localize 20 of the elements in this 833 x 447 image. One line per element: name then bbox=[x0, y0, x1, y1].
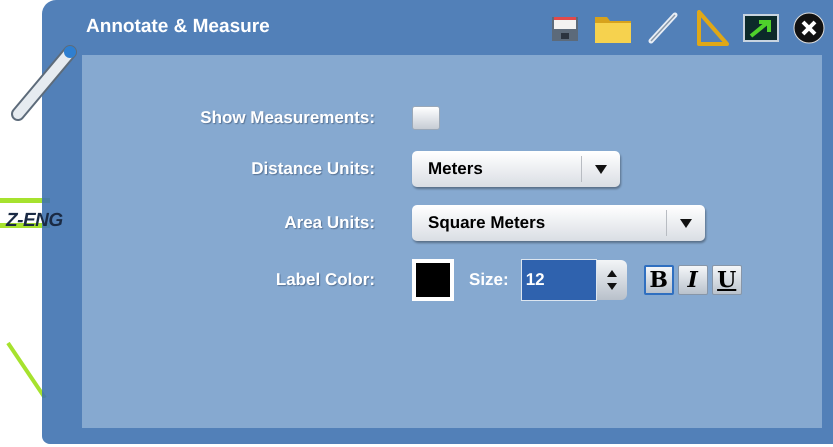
up-caret-icon bbox=[606, 270, 617, 277]
distance-units-dropdown[interactable]: Meters bbox=[412, 151, 620, 187]
italic-toggle[interactable]: I bbox=[678, 265, 708, 295]
field-label: Show Measurements: bbox=[199, 107, 375, 130]
show-measurements-checkbox[interactable] bbox=[412, 106, 440, 130]
size-label: Size: bbox=[469, 269, 509, 292]
bold-toggle[interactable]: B bbox=[644, 265, 674, 295]
down-caret-icon bbox=[606, 283, 617, 290]
field-label: Label Color: bbox=[274, 269, 375, 292]
size-input[interactable]: 12 bbox=[520, 259, 597, 301]
caret-icon bbox=[680, 218, 692, 228]
size-spinner[interactable] bbox=[596, 260, 627, 300]
caret-icon bbox=[595, 164, 607, 174]
close-icon[interactable] bbox=[793, 12, 825, 44]
window-title: Annotate & Measure bbox=[86, 15, 271, 40]
field-label: Distance Units: bbox=[250, 158, 375, 180]
area-units-dropdown[interactable]: Square Meters bbox=[412, 205, 705, 241]
underline-toggle[interactable]: U bbox=[712, 265, 742, 295]
field-label: Area Units: bbox=[283, 212, 375, 234]
color-swatch[interactable] bbox=[412, 259, 454, 301]
